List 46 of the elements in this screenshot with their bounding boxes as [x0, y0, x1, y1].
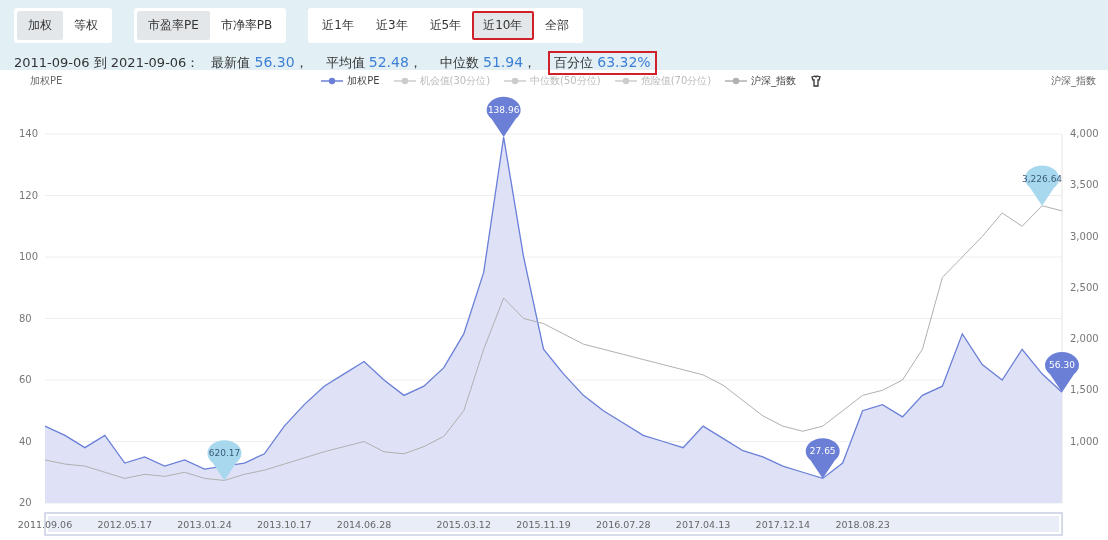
tab[interactable]: 市盈率PE	[137, 11, 210, 40]
date-range: 2011-09-06 到 2021-09-06：	[14, 54, 200, 72]
axis-tick-label: 20	[19, 497, 32, 508]
legend-line-icon	[614, 77, 637, 85]
axis-tick-label: 3,000	[1070, 230, 1099, 242]
axis-tick-label: 2017.04.13	[675, 519, 731, 530]
axis-tick-label: 1,500	[1070, 384, 1099, 396]
stat-value: 平均值 52.48，	[324, 53, 423, 72]
axis-tick-label: 2015.03.12	[436, 519, 491, 530]
axis-tick-label: 2018.08.23	[835, 519, 890, 530]
axis-tick-label: 2013.10.17	[257, 519, 312, 530]
tab[interactable]: 加权	[17, 11, 63, 40]
axis-tick-label: 140	[19, 128, 39, 139]
axis-tick-label: 4,000	[1070, 128, 1099, 139]
axis-tick-label: 2,000	[1070, 333, 1099, 344]
axis-tick-label: 2017.12.14	[755, 519, 811, 530]
axis-tick-label: 1,000	[1070, 435, 1099, 447]
axis-tick-label: 100	[19, 251, 39, 262]
axis-tick-label: 3,500	[1070, 179, 1099, 191]
axis-tick-label: 40	[19, 435, 32, 447]
legend-line-icon	[725, 77, 748, 85]
axis-tick-label: 2015.11.19	[516, 519, 571, 530]
legend-item[interactable]: 加权PE	[321, 74, 380, 88]
marker-pin: 27.65	[805, 438, 840, 479]
stat-value: 中位数 51.94，	[438, 53, 538, 72]
axis-title: 加权PE	[30, 74, 63, 88]
axis-tick-label: 2013.01.24	[177, 519, 232, 530]
axis-tick-label: 80	[19, 312, 32, 324]
axis-tick-label: 2016.07.28	[596, 519, 651, 530]
stat-value: 百分位 63.32%	[548, 51, 657, 75]
restore-icon[interactable]	[810, 75, 823, 87]
axis-tick-label: 60	[19, 374, 32, 385]
legend-item[interactable]: 沪深_指数	[725, 74, 797, 88]
axis-tick-label: 120	[19, 189, 39, 201]
axis-title: 沪深_指数	[1051, 74, 1096, 88]
marker-pin: 138.96	[486, 96, 521, 138]
axis-tick-label: 2011.09.06	[17, 519, 73, 530]
axis-tick-label: 2012.05.17	[97, 519, 152, 530]
legend-line-icon	[321, 77, 344, 85]
legend-line-icon	[393, 77, 416, 85]
legend-line-icon	[504, 77, 527, 85]
stat-value: 最新值 56.30，	[210, 53, 309, 72]
axis-tick-label: 2,500	[1070, 281, 1099, 293]
tab[interactable]: 近10年	[472, 11, 534, 40]
marker-pin: 620.17	[207, 440, 242, 481]
axis-tick-label: 2014.06.28	[336, 519, 392, 530]
